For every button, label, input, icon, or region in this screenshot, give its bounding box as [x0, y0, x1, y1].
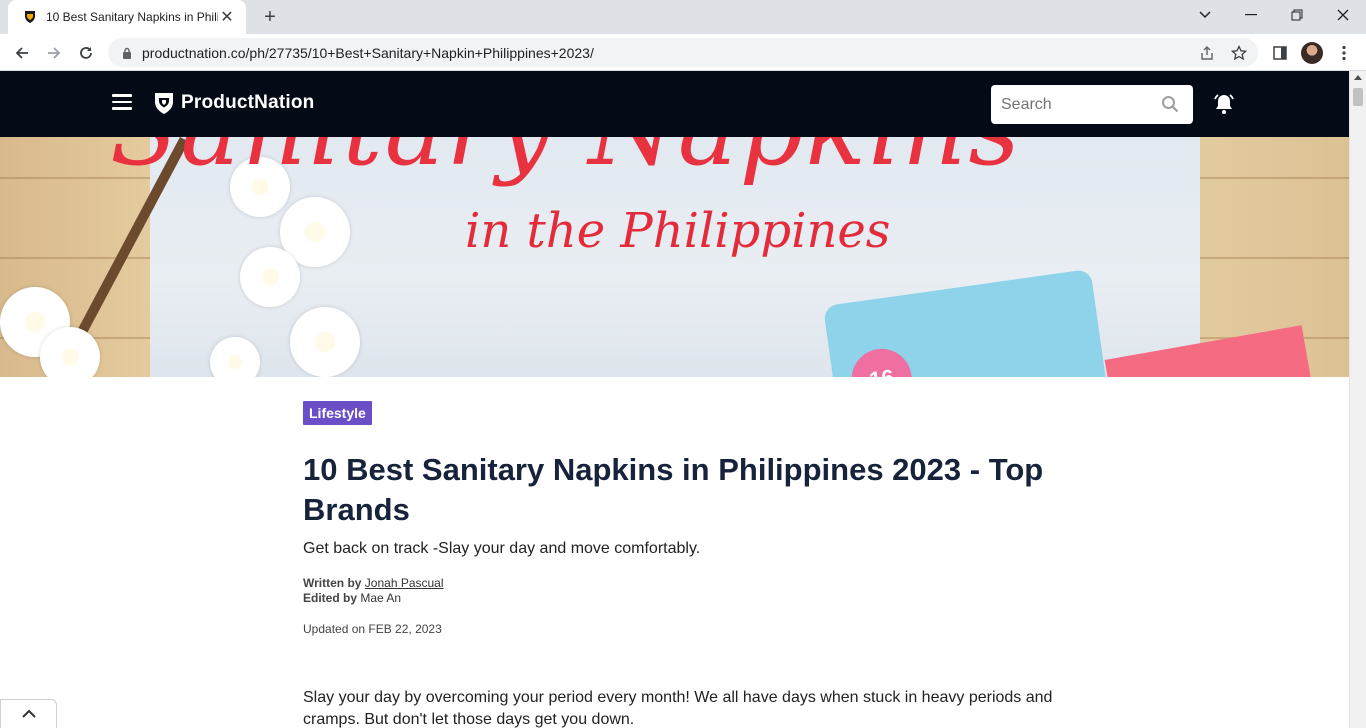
tab-search-icon[interactable] [1182, 0, 1228, 30]
byline: Written by Jonah Pascual Edited by Mae A… [303, 576, 1063, 606]
close-window-icon[interactable] [1320, 0, 1366, 30]
scroll-up-arrow-icon[interactable] [1354, 75, 1362, 80]
logo-text: ProductNation [181, 92, 315, 113]
back-icon[interactable] [8, 39, 36, 67]
lock-icon[interactable] [120, 46, 134, 60]
url-text: productnation.co/ph/27735/10+Best+Sanita… [142, 44, 594, 61]
share-icon[interactable] [1196, 42, 1218, 64]
scroll-top-button[interactable] [0, 699, 57, 728]
updated-date: Updated on FEB 22, 2023 [303, 622, 442, 636]
site-header: ProductNation [0, 71, 1349, 137]
side-panel-icon[interactable] [1266, 39, 1294, 67]
browser-toolbar: productnation.co/ph/27735/10+Best+Sanita… [0, 34, 1366, 71]
browser-menu-icon[interactable] [1330, 39, 1358, 67]
search-input[interactable] [1001, 95, 1151, 114]
close-tab-icon[interactable]: ✕ [218, 8, 236, 26]
hamburger-menu-icon[interactable] [112, 94, 132, 110]
pack-badge: 16 [847, 345, 916, 377]
editor-name: Mae An [360, 591, 402, 605]
new-tab-icon[interactable]: + [258, 5, 282, 29]
page-scrollbar[interactable] [1349, 71, 1366, 728]
minimize-icon[interactable] [1228, 0, 1274, 30]
browser-tabbar: 10 Best Sanitary Napkins in Philip ✕ + [0, 0, 1366, 34]
browser-tab[interactable]: 10 Best Sanitary Napkins in Philip ✕ [8, 0, 246, 34]
reload-icon[interactable] [72, 39, 100, 67]
site-search[interactable] [991, 85, 1193, 124]
address-bar[interactable]: productnation.co/ph/27735/10+Best+Sanita… [108, 38, 1258, 67]
search-icon[interactable] [1161, 95, 1179, 113]
author-link[interactable]: Jonah Pascual [365, 576, 444, 590]
article-body: Slay your day by overcoming your period … [303, 689, 1053, 728]
productnation-favicon-icon [22, 9, 38, 25]
article-header: Lifestyle 10 Best Sanitary Napkins in Ph… [303, 401, 1063, 636]
productnation-logo-icon [155, 93, 173, 114]
article-title: 10 Best Sanitary Napkins in Philippines … [303, 452, 1044, 527]
notification-bell-icon[interactable] [1212, 92, 1236, 116]
bookmark-star-icon[interactable] [1228, 42, 1250, 64]
forward-icon[interactable] [40, 39, 68, 67]
chevron-up-icon [21, 709, 36, 718]
written-by-label: Written by [303, 576, 362, 590]
scrollbar-thumb[interactable] [1353, 88, 1363, 106]
site-logo[interactable]: ProductNation [153, 91, 315, 115]
hero-image: Sanitary Napkins in the Philippines 16 [0, 137, 1349, 377]
avatar [1301, 42, 1323, 64]
article-subtitle: Get back on track -Slay your day and mov… [303, 540, 701, 557]
hero-big-text: Sanitary Napkins [110, 137, 1022, 188]
category-badge[interactable]: Lifestyle [303, 401, 372, 425]
edited-by-label: Edited by [303, 591, 358, 605]
tab-title: 10 Best Sanitary Napkins in Philip [46, 10, 218, 24]
profile-avatar[interactable] [1298, 39, 1326, 67]
hero-sub-text: in the Philippines [465, 203, 891, 259]
restore-icon[interactable] [1274, 0, 1320, 30]
